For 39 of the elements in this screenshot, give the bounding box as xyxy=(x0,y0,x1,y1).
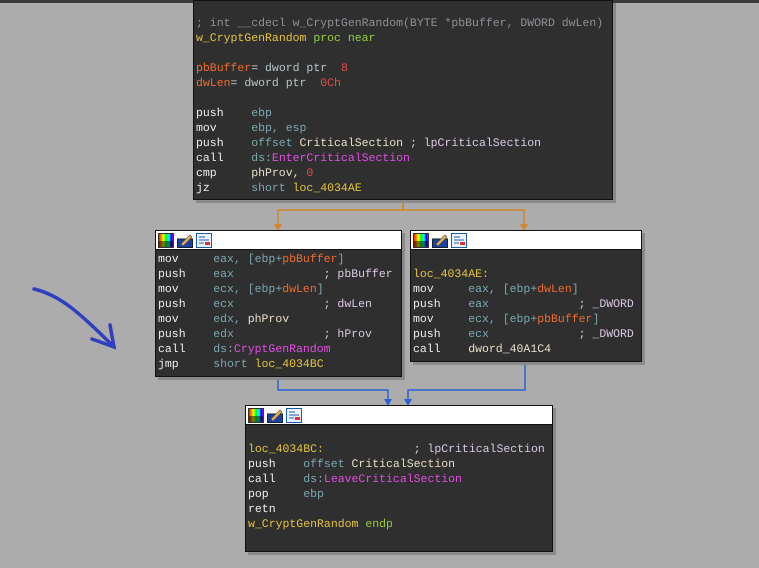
code-line: ; int __cdecl w_CryptGenRandom(BYTE *pbBuffer, DWORD dwLen) xyxy=(196,16,604,31)
code-line: loc_4034BC: ; lpCriticalSection xyxy=(248,442,546,457)
code-line: mov edx, phProv xyxy=(158,312,290,327)
pencil-icon[interactable] xyxy=(177,232,193,248)
palette-icon[interactable] xyxy=(158,232,174,248)
code-line: mov ecx, [ebp+dwLen] xyxy=(158,282,325,297)
code-line: call ds:CryptGenRandom xyxy=(158,342,332,357)
pencil-icon[interactable] xyxy=(267,408,283,422)
code-line: push offset CriticalSection ; lpCriticalSection xyxy=(196,136,542,151)
code-line: push ecx ; _DWORD xyxy=(413,327,635,342)
graph-icon[interactable] xyxy=(286,408,302,422)
code-line: mov eax, [ebp+dwLen] xyxy=(413,282,580,297)
code-line: mov ecx, [ebp+pbBuffer] xyxy=(413,312,600,327)
code-line: push ebp xyxy=(196,106,273,121)
graph-icon[interactable] xyxy=(196,232,212,248)
code-line: call dword_40A1C4 xyxy=(413,342,552,357)
code-line: w_CryptGenRandom endp xyxy=(248,517,394,532)
code-line: mov ebp, esp xyxy=(196,121,308,136)
code-line: call ds:EnterCriticalSection xyxy=(196,151,411,166)
code-line: push edx ; hProv xyxy=(158,327,373,342)
code-line: push offset CriticalSection xyxy=(248,457,456,472)
palette-icon[interactable] xyxy=(248,408,264,422)
code-line: retn xyxy=(248,502,277,517)
code-line: jz short loc_4034AE xyxy=(196,181,363,196)
code-line: push eax ; pbBuffer xyxy=(158,267,394,282)
code-line: dwLen= dword ptr 0Ch xyxy=(196,76,342,91)
code-line: pop ebp xyxy=(248,487,325,502)
code-line: pbBuffer= dword ptr 8 xyxy=(196,61,349,76)
pencil-icon[interactable] xyxy=(432,232,448,248)
code-line: call ds:LeaveCriticalSection xyxy=(248,472,463,487)
code-line: push ecx ; dwLen xyxy=(158,297,373,312)
code-line: w_CryptGenRandom proc near xyxy=(196,31,376,46)
code-line: push eax ; _DWORD xyxy=(413,297,635,312)
code-line: mov eax, [ebp+pbBuffer] xyxy=(158,252,346,267)
code-line: cmp phProv, 0 xyxy=(196,166,314,181)
palette-icon[interactable] xyxy=(413,232,429,248)
code-line: loc_4034AE: xyxy=(413,267,490,282)
graph-icon[interactable] xyxy=(451,232,467,248)
code-line: jmp short loc_4034BC xyxy=(158,357,325,372)
